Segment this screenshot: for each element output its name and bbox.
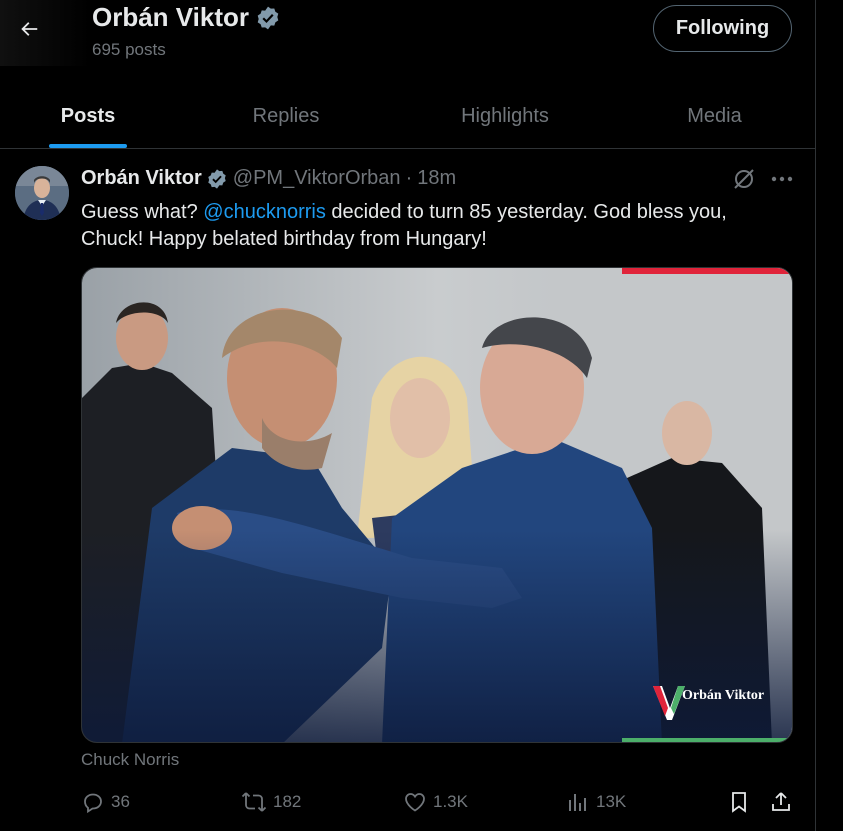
views-button[interactable]: 13K (566, 787, 626, 817)
profile-name-text: Orbán Viktor (92, 2, 250, 32)
profile-header: Orbán Viktor 695 posts Following Posts R… (0, 0, 815, 149)
tweet-photo[interactable]: Orbán Viktor (81, 267, 793, 743)
post-count: 695 posts (92, 40, 166, 59)
avatar-image (15, 166, 69, 220)
tweet-actions: 36 182 1.3K 13K (81, 787, 793, 817)
column-divider (815, 0, 816, 831)
share-button[interactable] (769, 787, 793, 817)
tweet-text: Guess what? @chucknorris decided to turn… (81, 199, 781, 253)
bookmark-button[interactable] (727, 787, 751, 817)
verified-badge-icon (257, 6, 279, 29)
repost-icon (241, 792, 267, 812)
views-count: 13K (596, 792, 627, 811)
repost-count: 182 (273, 792, 302, 811)
reply-button[interactable]: 36 (81, 787, 130, 817)
avatar[interactable] (15, 166, 69, 220)
share-icon (772, 792, 790, 811)
tab-label: Media (687, 104, 742, 127)
bookmark-icon (732, 792, 746, 813)
tab-label: Replies (252, 104, 320, 127)
tab-media[interactable]: Media (614, 84, 815, 148)
author-handle[interactable]: @PM_ViktorOrban (233, 167, 401, 190)
photo-image (82, 268, 792, 742)
tweet-text-part: Guess what? (81, 201, 204, 223)
following-button[interactable]: Following (653, 5, 792, 52)
back-button[interactable] (10, 10, 48, 48)
tweet-header: Orbán Viktor @PM_ViktorOrban · 18m (81, 167, 456, 190)
mention-link[interactable]: @chucknorris (203, 201, 326, 223)
like-button[interactable]: 1.3K (403, 787, 468, 817)
author-name[interactable]: Orbán Viktor (81, 167, 202, 190)
tweet[interactable]: Orbán Viktor @PM_ViktorOrban · 18m Guess… (0, 149, 815, 831)
separator-dot: · (405, 167, 413, 189)
tab-highlights[interactable]: Highlights (396, 84, 614, 148)
back-arrow-icon (21, 22, 38, 36)
tweet-time[interactable]: 18m (417, 167, 456, 190)
tab-replies[interactable]: Replies (176, 84, 396, 148)
reply-icon (84, 793, 102, 814)
tab-label: Highlights (461, 104, 549, 127)
like-icon (405, 793, 425, 812)
tab-label: Posts (60, 104, 116, 127)
tab-posts[interactable]: Posts (0, 84, 176, 148)
media-caption[interactable]: Chuck Norris (81, 750, 179, 770)
verified-badge-icon (208, 168, 226, 189)
grok-icon[interactable] (730, 165, 758, 193)
reply-count: 36 (111, 792, 130, 811)
photo-watermark: Orbán Viktor (682, 688, 765, 703)
profile-tabs: Posts Replies Highlights Media (0, 84, 815, 148)
profile-name: Orbán Viktor (92, 2, 281, 33)
more-icon[interactable] (768, 165, 796, 193)
repost-button[interactable]: 182 (241, 787, 301, 817)
like-count: 1.3K (433, 792, 468, 811)
views-icon (569, 794, 586, 811)
active-tab-indicator (49, 144, 127, 148)
